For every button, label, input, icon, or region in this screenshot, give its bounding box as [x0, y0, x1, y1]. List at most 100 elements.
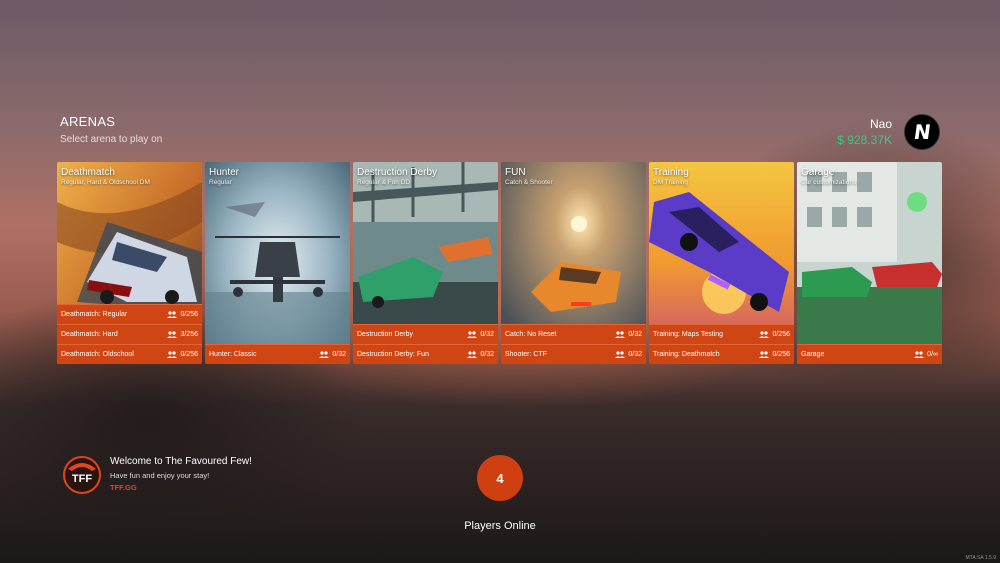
mode-player-count: 0/32: [467, 351, 494, 358]
mode-count-text: 0/32: [628, 331, 642, 338]
mode-list: Deathmatch: Regular 0/256 Deathmatch: Ha…: [57, 304, 202, 364]
arena-card-destruction-derby[interactable]: Destruction Derby Regular & Fun DD Destr…: [353, 162, 498, 364]
welcome-text-block: Welcome to The Favoured Few! Have fun an…: [110, 455, 252, 492]
version-label: MTA:SA 1.5.9: [965, 555, 996, 561]
user-money: $ 928.37K: [837, 133, 892, 147]
arena-list: Deathmatch Regular, Hard & Oldschool DM …: [57, 162, 942, 364]
welcome-link[interactable]: TFF.GG: [110, 483, 252, 492]
mode-name: Catch: No Reset: [505, 331, 557, 338]
username: Nao: [869, 117, 892, 131]
users-icon: [759, 331, 770, 338]
mode-item-hunter-classic[interactable]: Hunter: Classic 0/32: [205, 344, 350, 364]
avatar[interactable]: N: [904, 114, 940, 150]
mode-item-deathmatch-regular[interactable]: Deathmatch: Regular 0/256: [57, 304, 202, 324]
mode-list: Catch: No Reset 0/32 Shooter: CTF 0/32: [501, 324, 646, 364]
arena-title: Garage: [801, 167, 835, 178]
mode-name: Shooter: CTF: [505, 351, 548, 358]
mode-name: Deathmatch: Hard: [61, 331, 118, 338]
mode-list: Hunter: Classic 0/32: [205, 344, 350, 364]
mode-name: Training: Maps Testing: [653, 331, 724, 338]
mode-item-training-deathmatch[interactable]: Training: Deathmatch 0/256: [649, 344, 794, 364]
tff-logo-text: TFF: [72, 473, 92, 485]
mode-name: Destruction Derby: Fun: [357, 351, 429, 358]
mode-player-count: 0/256: [167, 311, 198, 318]
mode-item-deathmatch-hard[interactable]: Deathmatch: Hard 3/256: [57, 324, 202, 344]
players-online-label: Players Online: [464, 520, 536, 532]
arena-title: FUN: [505, 167, 526, 178]
arena-card-training[interactable]: Training DM Training Training: Maps Test…: [649, 162, 794, 364]
mode-item-deathmatch-oldschool[interactable]: Deathmatch: Oldschool 0/256: [57, 344, 202, 364]
arena-subtitle: Regular, Hard & Oldschool DM: [61, 179, 150, 186]
users-icon: [319, 351, 330, 358]
arena-card-hunter[interactable]: Hunter Regular Hunter: Classic 0/32: [205, 162, 350, 364]
arena-title: Training: [653, 167, 689, 178]
mode-item-garage[interactable]: Garage 0/∞: [797, 344, 942, 364]
mode-item-shooter-ctf[interactable]: Shooter: CTF 0/32: [501, 344, 646, 364]
welcome-panel: TFF Welcome to The Favoured Few! Have fu…: [62, 455, 252, 495]
users-icon: [914, 351, 925, 358]
mode-player-count: 3/256: [167, 331, 198, 338]
arena-subtitle: Regular & Fun DD: [357, 179, 411, 186]
user-info: Nao $ 928.37K: [837, 117, 892, 147]
arena-title: Destruction Derby: [357, 167, 438, 178]
arena-subtitle: DM Training: [653, 179, 689, 186]
mode-name: Destruction Derby: [357, 331, 414, 338]
mode-item-destruction-derby-fun[interactable]: Destruction Derby: Fun 0/32: [353, 344, 498, 364]
page-header: ARENAS Select arena to play on: [60, 114, 162, 145]
welcome-title: Welcome to The Favoured Few!: [110, 456, 252, 467]
mode-count-text: 0/256: [772, 351, 790, 358]
users-icon: [467, 351, 478, 358]
mode-count-text: 0/32: [480, 351, 494, 358]
users-icon: [167, 351, 178, 358]
mode-player-count: 0/32: [615, 331, 642, 338]
avatar-letter: N: [911, 120, 933, 144]
users-icon: [615, 331, 626, 338]
page-subtitle: Select arena to play on: [60, 134, 163, 145]
mode-player-count: 0/256: [759, 351, 790, 358]
arena-card-fun[interactable]: FUN Catch & Shooter Catch: No Reset 0/32…: [501, 162, 646, 364]
mode-count-text: 0/256: [180, 311, 198, 318]
mode-count-text: 0/∞: [927, 351, 938, 358]
mode-item-catch-no-reset[interactable]: Catch: No Reset 0/32: [501, 324, 646, 344]
mode-name: Deathmatch: Oldschool: [61, 351, 134, 358]
tff-logo: TFF: [63, 456, 101, 494]
mode-name: Training: Deathmatch: [653, 351, 720, 358]
arena-image-hunter: [205, 162, 350, 364]
mode-player-count: 0/32: [319, 351, 346, 358]
arena-card-garage[interactable]: Garage Car customizations Garage 0/∞: [797, 162, 942, 364]
mode-player-count: 0/256: [759, 331, 790, 338]
mode-count-text: 0/32: [332, 351, 346, 358]
arena-subtitle: Catch & Shooter: [505, 179, 553, 186]
players-online-count: 4: [477, 455, 523, 501]
arena-card-deathmatch[interactable]: Deathmatch Regular, Hard & Oldschool DM …: [57, 162, 202, 364]
arena-subtitle: Car customizations: [801, 179, 857, 186]
arena-title: Hunter: [209, 167, 240, 178]
page-title: ARENAS: [60, 114, 116, 129]
mode-count-text: 0/32: [628, 351, 642, 358]
user-panel: Nao $ 928.37K N: [837, 114, 940, 150]
welcome-text: Have fun and enjoy your stay!: [110, 471, 210, 480]
arena-subtitle: Regular: [209, 179, 232, 186]
users-icon: [467, 331, 478, 338]
mode-list: Destruction Derby 0/32 Destruction Derby…: [353, 324, 498, 364]
mode-count-text: 3/256: [180, 331, 198, 338]
mode-list: Training: Maps Testing 0/256 Training: D…: [649, 324, 794, 364]
mode-item-destruction-derby[interactable]: Destruction Derby 0/32: [353, 324, 498, 344]
mode-name: Deathmatch: Regular: [61, 311, 128, 318]
mode-player-count: 0/32: [467, 331, 494, 338]
arena-title: Deathmatch: [61, 167, 115, 178]
mode-list: Garage 0/∞: [797, 344, 942, 364]
mode-player-count: 0/∞: [914, 351, 938, 358]
users-icon: [167, 311, 178, 318]
mode-item-training-maps-testing[interactable]: Training: Maps Testing 0/256: [649, 324, 794, 344]
mode-name: Garage: [801, 351, 825, 358]
mode-count-text: 0/32: [480, 331, 494, 338]
mode-player-count: 0/256: [167, 351, 198, 358]
players-online: 4 Players Online: [450, 455, 550, 532]
users-icon: [615, 351, 626, 358]
mode-name: Hunter: Classic: [209, 351, 257, 358]
mode-player-count: 0/32: [615, 351, 642, 358]
users-icon: [167, 331, 178, 338]
users-icon: [759, 351, 770, 358]
mode-count-text: 0/256: [180, 351, 198, 358]
